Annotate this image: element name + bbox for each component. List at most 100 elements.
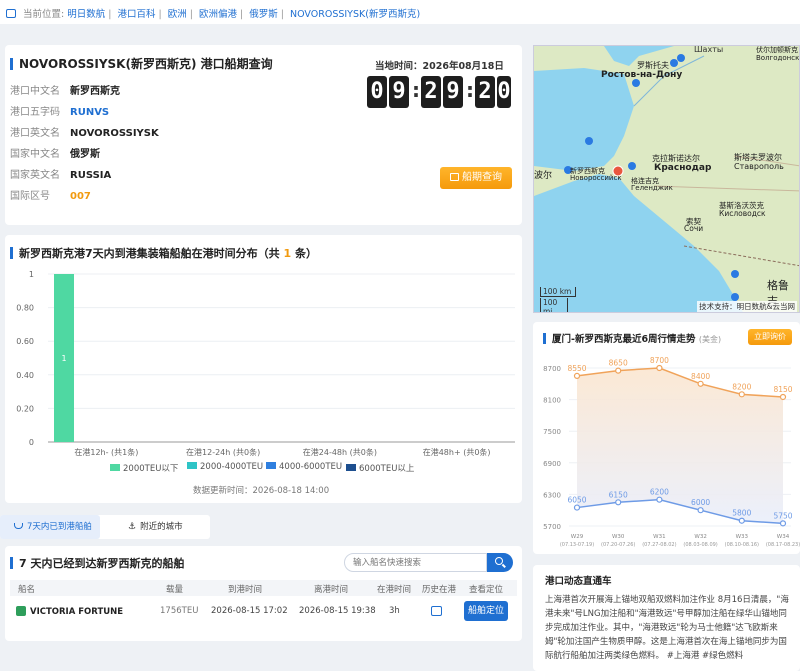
y-tick-label: 1 [29,270,34,279]
map-label: 伏尔加顿斯克 [756,46,798,54]
port-marker[interactable] [731,270,739,278]
breadcrumb-link-country[interactable]: 俄罗斯 [249,9,278,20]
upper-price-value-label: 8700 [650,356,669,365]
schedule-query-button[interactable]: 船期查询 [440,167,512,189]
lower-price-point[interactable] [738,517,745,524]
map-scale-mi: 100 mi [540,298,568,312]
port-marker[interactable] [632,79,640,87]
breadcrumb-link-home[interactable]: 明日数航 [67,9,105,20]
legend-item: 4000-6000TEU [266,462,342,472]
port-marker[interactable] [585,137,593,145]
history-calendar-icon[interactable] [431,606,442,616]
x-tick-label: 在港12h- (共1条) [74,447,138,457]
clock-digit: 0 [497,76,511,108]
info-row-dial-code: 国际区号 007 [10,191,91,202]
clock-digit: 9 [443,76,463,108]
upper-price-point[interactable] [738,391,745,398]
upper-price-point[interactable] [779,393,787,401]
x-tick-range: (07.13-07.19) [560,542,594,548]
freight-title: 厦门-新罗西斯克最近6周行情走势 (美金) [543,331,721,345]
map-label: Сочи [684,224,704,233]
breadcrumb-link-europe[interactable]: 欧洲 [168,9,187,20]
ship-arrival: 2026-08-15 17:02 [211,606,288,616]
clock-digit: 2 [475,76,495,108]
x-tick-range: (08.03-08.09) [683,542,717,548]
x-tick-week: W30 [612,534,625,540]
upper-price-value-label: 8550 [567,364,586,373]
map-label: Ставрополь [734,162,784,171]
tab-arrived-ships[interactable]: 7天内已到港船舶 [0,515,100,539]
map-label: Ростов-на-Дону [601,70,683,80]
port-marker[interactable] [677,54,685,62]
upper-price-value-label: 8400 [691,372,710,381]
y-tick-label: 0 [29,438,34,447]
x-tick-week: W33 [736,534,749,540]
lower-price-point[interactable] [656,496,663,503]
table-header: 离港时间 [314,585,349,595]
lower-price-point[interactable] [779,520,787,527]
upper-price-point[interactable] [656,364,663,372]
x-tick-range: (07.27-08.02) [642,542,676,548]
data-updated-time: 数据更新时间：2026-08-18 14:00 [193,486,330,496]
clock-digit: 0 [367,76,387,108]
ship-search-button[interactable] [487,553,513,572]
breadcrumb-link-wiki[interactable]: 港口百科 [118,9,156,20]
lower-price-value-label: 6150 [609,490,628,499]
breadcrumb-link-region[interactable]: 欧洲偏港 [199,9,237,20]
map-label: Новороссийск [570,174,622,182]
x-tick-label: 在港12-24h (共0条) [186,447,260,457]
ask-price-button[interactable]: 立即询价 [748,329,792,345]
anchor-icon: ⚓ [128,522,137,532]
map-credit[interactable]: 技术支持：明日数航&云当网 [697,301,797,312]
lower-price-point[interactable] [615,499,622,506]
info-row-en-name: 港口英文名 NOVOROSSIYSK [10,128,159,139]
breadcrumb-link-port[interactable]: NOVOROSSIYSK(新罗西斯克) [290,9,420,20]
lower-price-value-label: 5800 [732,509,751,518]
x-tick-week: W31 [653,534,665,540]
info-row-unlocode: 港口五字码 RUNVS [10,107,110,118]
lower-price-point[interactable] [573,504,581,511]
map-label: Шахты [694,45,724,54]
tab-nearby-cities[interactable]: ⚓ 附近的城市 [128,515,183,539]
y-tick-label: 5700 [543,523,561,531]
ship-name-link[interactable]: VICTORIA FORTUNE [16,606,123,617]
x-tick-week: W34 [777,534,790,540]
news-text[interactable]: 上海港首次开展海上锚地双船双燃料加注作业 8月16日清晨，"海港未来"号LNG加… [545,593,795,663]
y-tick-label: 0.40 [16,371,34,380]
map-label: 罗斯托夫 [637,61,669,70]
home-icon [6,9,16,18]
container-ship-icon [16,606,26,616]
legend-item: 6000TEU以上 [346,462,414,474]
map-label: Кисловодск [719,209,766,218]
info-row-country-en: 国家英文名 RUSSIA [10,170,112,181]
info-row-country-cn: 国家中文名 俄罗斯 [10,149,100,160]
legend-item: 2000TEU以下 [110,462,178,474]
lower-price-point[interactable] [697,507,704,514]
lower-price-value-label: 6050 [567,496,586,505]
map-label: Краснодар [654,163,712,173]
clock-digit: 9 [389,76,409,108]
port-map[interactable]: Шахты Ростов-на-Дону 罗斯托夫 克拉斯诺达尔 Краснод… [533,45,800,313]
clock-separator: : [466,78,474,102]
table-header: 在港时间 [377,585,412,595]
x-tick-week: W29 [571,534,584,540]
port-marker[interactable] [670,59,678,67]
upper-price-point[interactable] [573,372,581,379]
x-tick-week: W32 [694,534,706,540]
upper-price-point[interactable] [697,380,704,387]
table-header: 载量 [166,585,184,595]
clock-separator: : [412,78,420,102]
breadcrumb-prefix: 当前位置: [23,9,65,20]
ship-locate-button[interactable]: 船舶定位 [464,601,508,621]
port-marker[interactable] [628,162,636,170]
upper-price-point[interactable] [615,367,622,374]
y-tick-label: 6300 [543,491,561,499]
breadcrumb: 当前位置: 明日数航 | 港口百科 | 欧洲 | 欧洲偏港 | 俄罗斯 | NOVOROS… [0,0,800,24]
ship-icon [14,523,23,529]
ship-duration: 3h [389,606,400,616]
ship-capacity: 1756TEU [160,606,199,616]
port-marker[interactable] [731,293,739,301]
ship-search-input[interactable] [344,553,487,572]
x-tick-range: (08.17-08.23) [766,542,800,548]
distribution-chart: 0 0.20 0.40 0.60 0.80 1 在港12h- (共1条) 1 在港12-24h … [16,270,515,457]
